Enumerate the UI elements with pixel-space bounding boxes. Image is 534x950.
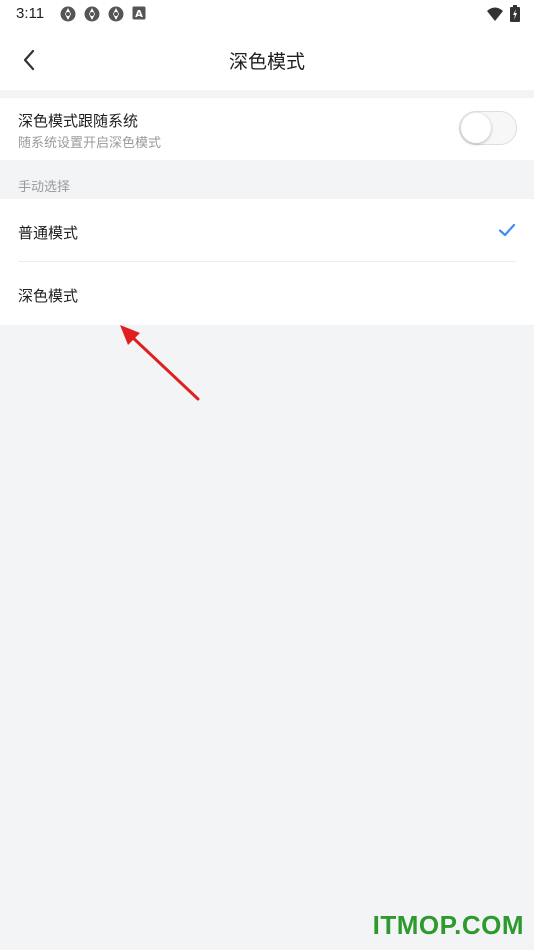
toggle-knob: [461, 113, 491, 143]
notification-icons: A: [60, 6, 146, 22]
status-bar: 3:11 A: [0, 0, 534, 28]
aperture-icon: [84, 6, 100, 22]
follow-system-toggle[interactable]: [459, 111, 517, 145]
option-label: 深色模式: [18, 288, 79, 305]
option-normal-mode[interactable]: 普通模式: [0, 199, 534, 262]
option-dark-mode[interactable]: 深色模式: [0, 262, 534, 325]
app-bar: 深色模式: [0, 28, 534, 90]
manual-select-header: 手动选择: [18, 179, 71, 194]
battery-charging-icon: [510, 5, 520, 22]
follow-system-subtitle: 随系统设置开启深色模式: [18, 135, 162, 150]
mode-options-list: 普通模式 深色模式: [0, 199, 534, 325]
follow-system-title: 深色模式跟随系统: [18, 113, 139, 130]
wifi-icon: [487, 7, 503, 21]
option-label: 普通模式: [18, 225, 79, 242]
aperture-icon: [60, 6, 76, 22]
watermark: ITMOP.COM: [372, 910, 524, 940]
annotation-arrow-icon: [120, 325, 200, 401]
page-title: 深色模式: [228, 52, 305, 73]
check-icon: [498, 223, 516, 237]
aperture-icon: [108, 6, 124, 22]
status-right-icons: [486, 5, 520, 22]
svg-text:A: A: [135, 9, 143, 20]
status-time: 3:11: [16, 5, 45, 22]
follow-system-row: 深色模式跟随系统 随系统设置开启深色模式: [0, 98, 534, 160]
a-box-icon: A: [132, 6, 146, 20]
